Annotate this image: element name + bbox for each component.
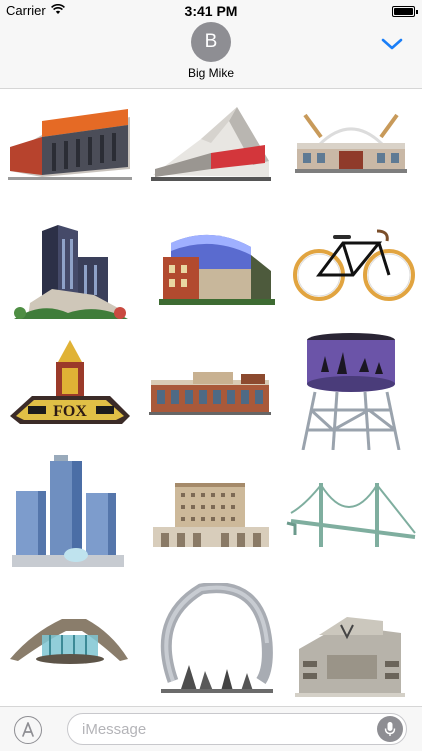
sticker-water-tower[interactable] [281,332,421,450]
sticker-ballpark[interactable] [281,95,421,213]
theatre-marquee-icon: FOX [10,340,130,424]
glass-towers-icon [12,455,124,567]
sticker-stadium-entrance[interactable] [281,583,421,701]
sticker-pyramid-building[interactable] [141,95,281,213]
sticker-art-deco-tower[interactable] [2,213,142,331]
app-store-icon [22,722,34,737]
train-station-icon [153,483,269,547]
collapse-button[interactable] [378,30,406,58]
battery-icon [392,6,418,17]
contact-name[interactable]: Big Mike [0,66,422,80]
bicycle-icon [293,229,415,301]
microphone-icon [384,722,396,736]
suspension-bridge-icon [286,483,416,547]
sticker-theatre-marquee[interactable]: FOX [2,332,142,450]
sticker-low-market-building[interactable] [141,332,281,450]
stadium-entrance-icon [295,617,405,697]
clock: 3:41 PM [184,3,238,19]
marquee-text: FOX [53,403,87,420]
dictation-button[interactable] [377,716,403,742]
app-store-button[interactable] [14,716,42,744]
sticker-arena[interactable] [2,95,142,213]
low-market-building-icon [149,372,271,415]
art-deco-tower-icon [14,225,128,319]
fountain-icon [10,619,128,664]
conversation-header: Carrier 3:41 PM B Big Mike [0,0,422,89]
pyramid-building-icon [151,107,271,181]
sticker-bicycle[interactable] [281,213,421,331]
sticker-grid: FOX [0,89,422,707]
sticker-ring-sculpture[interactable] [141,583,281,701]
glass-arena-icon [159,234,275,305]
status-bar: Carrier 3:41 PM [0,0,422,22]
sticker-glass-towers[interactable] [2,451,142,569]
avatar[interactable]: B [191,22,231,62]
message-input-placeholder: iMessage [82,721,147,738]
ballpark-icon [295,113,407,173]
sticker-train-station[interactable] [141,451,281,569]
sticker-suspension-bridge[interactable] [281,451,421,569]
sticker-fountain[interactable] [2,583,142,701]
water-tower-icon [301,333,401,450]
ring-sculpture-icon [160,583,273,693]
message-input[interactable]: iMessage [67,713,407,745]
chevron-down-icon [381,38,403,50]
sticker-glass-arena[interactable] [141,213,281,331]
arena-icon [8,109,132,180]
compose-bar: iMessage [0,706,422,751]
